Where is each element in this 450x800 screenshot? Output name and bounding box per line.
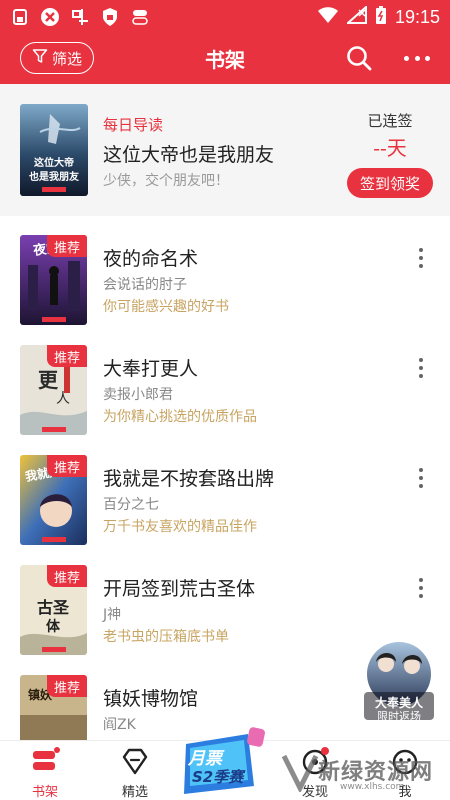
- recommend-badge: 推荐: [47, 235, 87, 257]
- svg-text:体: 体: [46, 618, 61, 635]
- signal-icon: [345, 4, 367, 28]
- nav-label: 书架: [31, 785, 58, 800]
- book-title[interactable]: 开局签到荒古圣体: [103, 574, 255, 601]
- dot: [419, 358, 423, 362]
- recommend-badge: 推荐: [47, 565, 87, 587]
- wifi-icon: [317, 6, 339, 28]
- recommend-badge: 推荐: [47, 345, 87, 367]
- watermark: 新绿资源网 www.xlhs.com: [280, 748, 450, 798]
- list-item[interactable]: 更 人 推荐 大奉打更人 卖报小郎君 为你精心挑选的优质作品: [0, 326, 450, 436]
- book-title[interactable]: 我就是不按套路出牌: [103, 464, 274, 491]
- battery-charging-icon: [375, 5, 387, 29]
- book-cover[interactable]: 夜的 推荐: [20, 235, 87, 325]
- streak-label: 已连签: [367, 112, 413, 130]
- list-item[interactable]: 夜的 推荐 夜的命名术 会说话的肘子 你可能感兴趣的好书: [0, 216, 450, 326]
- watermark-url: www.xlhs.com: [340, 782, 405, 792]
- book-description: 你可能感兴趣的好书: [103, 299, 229, 315]
- dot: [419, 578, 423, 582]
- dot: [414, 55, 420, 61]
- book-author: 百分之七: [103, 497, 159, 513]
- dot: [419, 374, 423, 378]
- book-title[interactable]: 镇妖博物馆: [103, 684, 198, 711]
- cup-icon: [10, 7, 30, 27]
- item-more-button[interactable]: [414, 248, 428, 268]
- streak-days: --天: [373, 136, 407, 160]
- item-more-button[interactable]: [414, 468, 428, 488]
- more-menu-button[interactable]: [400, 44, 434, 72]
- book-author: 会说话的肘子: [103, 277, 187, 293]
- book-cover[interactable]: 我就是 推荐: [20, 455, 87, 545]
- dot: [419, 264, 423, 268]
- book-title[interactable]: 夜的命名术: [103, 244, 198, 271]
- top-header: 筛选 书架: [0, 34, 450, 84]
- app-notification-icon: [70, 7, 90, 27]
- dot: [419, 366, 423, 370]
- book-description: 万千书友喜欢的精品佳作: [103, 519, 257, 535]
- book-cover[interactable]: 古圣 体 推荐: [20, 565, 87, 655]
- filter-label: 筛选: [51, 49, 82, 68]
- event-banner-button[interactable]: 月票 S2季赛: [178, 720, 272, 800]
- daily-book-subtitle: 少侠，交个朋友吧！: [103, 173, 229, 189]
- book-author: 卖报小郎君: [103, 387, 173, 403]
- svg-text:这位大帝: 这位大帝: [34, 156, 74, 169]
- signin-reward-button[interactable]: 签到领奖: [347, 168, 433, 198]
- book-description: 为你精心挑选的优质作品: [103, 409, 257, 425]
- item-more-button[interactable]: [414, 578, 428, 598]
- funnel-icon: [32, 48, 48, 68]
- event-line2: S2季赛: [192, 768, 244, 786]
- app-root: 19:15 筛选 书架 这位大帝 也是我朋友 每日导读 这位大帝也是我朋友 少侠…: [0, 0, 450, 800]
- book-cover[interactable]: 更 人 推荐: [20, 345, 87, 435]
- book-author: J神: [103, 607, 122, 623]
- search-button[interactable]: [345, 44, 373, 72]
- dot: [425, 55, 430, 61]
- daily-book-title[interactable]: 这位大帝也是我朋友: [103, 140, 274, 167]
- clock: 19:15: [394, 6, 440, 27]
- nav-featured[interactable]: 精选: [95, 741, 175, 800]
- book-title[interactable]: 大奉打更人: [103, 354, 198, 381]
- bookshelf-icon: [33, 747, 60, 770]
- dot: [419, 586, 423, 590]
- dot: [419, 468, 423, 472]
- book-author: 阎ZK: [103, 717, 136, 733]
- search-icon: [347, 46, 372, 71]
- dot: [419, 594, 423, 598]
- svg-text:也是我朋友: 也是我朋友: [29, 170, 79, 183]
- book-description: 老书虫的压箱底书单: [103, 629, 229, 645]
- promo-float-banner[interactable]: 大奉美人 限时返场: [360, 640, 438, 724]
- toggle-icon: [130, 7, 150, 27]
- svg-text:人: 人: [56, 391, 70, 407]
- dot: [419, 476, 423, 480]
- watermark-logo-icon: [281, 754, 319, 792]
- recommend-badge: 推荐: [47, 455, 87, 477]
- dot: [419, 484, 423, 488]
- item-more-button[interactable]: [414, 358, 428, 378]
- nav-label: 精选: [121, 785, 148, 800]
- recommend-badge: 推荐: [47, 675, 87, 697]
- daily-book-cover[interactable]: 这位大帝 也是我朋友: [20, 104, 88, 196]
- status-bar: 19:15: [0, 0, 450, 34]
- dot: [419, 256, 423, 260]
- diamond-icon: [122, 748, 148, 775]
- promo-line2: 限时返场: [377, 710, 421, 723]
- svg-text:更: 更: [38, 368, 59, 392]
- dot: [404, 55, 409, 61]
- daily-tag: 每日导读: [103, 116, 164, 134]
- dot: [419, 248, 423, 252]
- nav-shelf[interactable]: 书架: [5, 741, 85, 800]
- list-item[interactable]: 我就是 推荐 我就是不按套路出牌 百分之七 万千书友喜欢的精品佳作: [0, 436, 450, 546]
- filter-button[interactable]: 筛选: [20, 42, 94, 74]
- shield-icon: [100, 7, 120, 27]
- svg-text:古圣: 古圣: [37, 598, 70, 617]
- close-circle-icon: [40, 7, 60, 27]
